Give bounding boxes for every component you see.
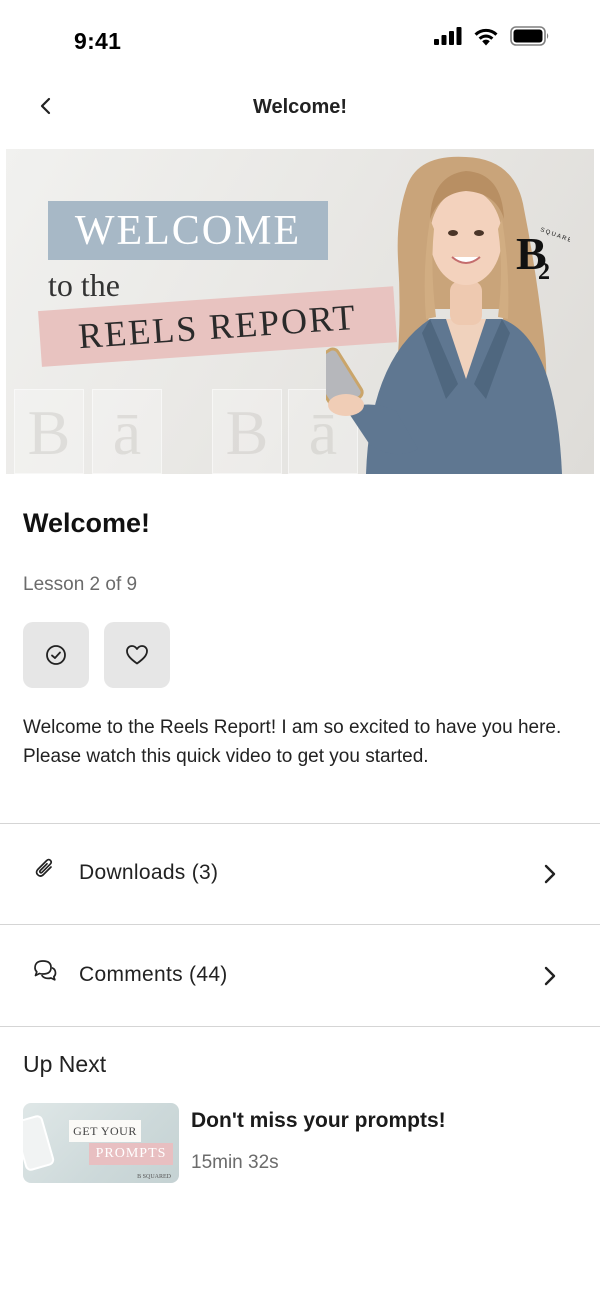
battery-icon bbox=[510, 26, 549, 46]
favorite-button[interactable] bbox=[104, 622, 170, 688]
background-letter: ā bbox=[92, 389, 162, 474]
welcome-banner: WELCOME bbox=[48, 201, 328, 260]
lesson-progress: Lesson 2 of 9 bbox=[23, 574, 138, 595]
background-letter: B bbox=[14, 389, 84, 474]
background-letter: B bbox=[212, 389, 282, 474]
presenter-image bbox=[326, 156, 562, 474]
divider bbox=[0, 1026, 600, 1027]
lesson-description: Welcome to the Reels Report! I am so exc… bbox=[23, 713, 579, 771]
up-next-heading: Up Next bbox=[23, 1051, 107, 1077]
comments-label: Comments (44) bbox=[79, 963, 228, 986]
cellular-signal-icon bbox=[434, 27, 462, 45]
thumbnail-text-line2: PROMPTS bbox=[89, 1143, 173, 1165]
svg-text:2: 2 bbox=[538, 259, 550, 285]
to-the-text: to the bbox=[48, 267, 120, 303]
description-line: Please watch this quick video to get you… bbox=[23, 746, 429, 767]
comments-row[interactable]: Comments (44) bbox=[0, 926, 600, 1026]
divider bbox=[0, 924, 600, 925]
nav-title: Welcome! bbox=[252, 96, 348, 118]
nav-bar: Welcome! bbox=[0, 80, 600, 134]
paperclip-icon bbox=[35, 858, 53, 877]
lesson-video[interactable]: B ā B ā WELCOME to the REELS REPORT B 2 … bbox=[6, 149, 594, 474]
complete-button[interactable] bbox=[23, 622, 89, 688]
up-next-duration: 15min 32s bbox=[191, 1152, 279, 1173]
thumbnail-text-line1: GET YOUR bbox=[69, 1120, 141, 1142]
heart-icon bbox=[126, 645, 148, 665]
thumbnail-brand: B SQUARED bbox=[137, 1174, 171, 1180]
up-next-title: Don't miss your prompts! bbox=[191, 1109, 446, 1132]
wifi-icon bbox=[474, 28, 498, 45]
reels-report-banner-text: REELS REPORT bbox=[77, 296, 359, 357]
up-next-item[interactable]: GET YOUR PROMPTS B SQUARED Don't miss yo… bbox=[23, 1103, 583, 1185]
status-time: 9:41 bbox=[74, 28, 122, 54]
lesson-title: Welcome! bbox=[23, 508, 151, 538]
description-line: Welcome to the Reels Report! I am so exc… bbox=[23, 717, 562, 738]
check-circle-icon bbox=[46, 645, 66, 665]
status-icons bbox=[434, 24, 550, 48]
welcome-banner-text: WELCOME bbox=[74, 207, 302, 254]
up-next-thumbnail: GET YOUR PROMPTS B SQUARED bbox=[23, 1103, 179, 1183]
chat-bubbles-icon bbox=[34, 960, 57, 981]
downloads-label: Downloads (3) bbox=[79, 861, 219, 884]
chevron-right-icon bbox=[544, 864, 556, 884]
chevron-right-icon bbox=[544, 966, 556, 986]
b-squared-logo: B 2 SQUARED bbox=[516, 227, 570, 285]
phone-image bbox=[23, 1113, 56, 1173]
downloads-row[interactable]: Downloads (3) bbox=[0, 824, 600, 924]
status-bar: 9:41 bbox=[0, 0, 600, 80]
